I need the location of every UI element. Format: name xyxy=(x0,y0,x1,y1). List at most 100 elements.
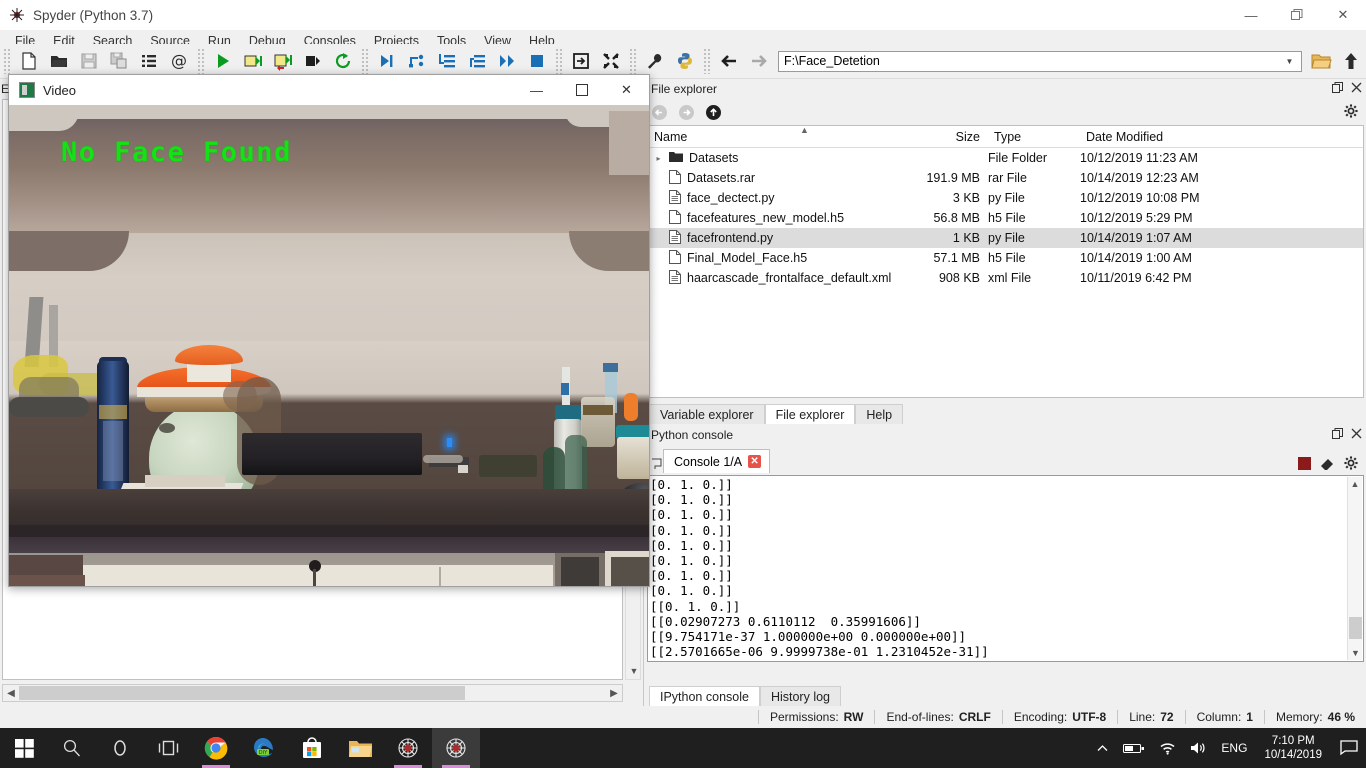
debug-icon[interactable] xyxy=(372,46,402,76)
spyder-taskbar-button[interactable] xyxy=(384,728,432,768)
preferences-icon[interactable] xyxy=(640,46,670,76)
scroll-right-icon[interactable]: ▶ xyxy=(606,688,622,699)
minimize-button[interactable]: — xyxy=(1228,0,1274,30)
video-minimize-button[interactable]: — xyxy=(514,75,559,105)
undock-icon[interactable] xyxy=(1332,82,1343,96)
column-header-name[interactable]: Name ▲ xyxy=(648,125,888,144)
tab-help[interactable]: Help xyxy=(855,404,904,424)
back-arrow-icon[interactable] xyxy=(714,46,744,76)
file-list[interactable]: Name ▲ Size Type Date Modified ▸ Dataset… xyxy=(647,125,1364,398)
expander-icon[interactable]: ▸ xyxy=(654,154,663,163)
console-tab[interactable]: Console 1/A ✕ xyxy=(663,449,771,473)
toolbar-grip-3[interactable] xyxy=(361,48,369,74)
show-hidden-icons-icon[interactable] xyxy=(1089,728,1116,768)
scroll-up-icon[interactable]: ▲ xyxy=(1348,477,1362,491)
editor-horizontal-scrollbar[interactable]: ◀ ▶ xyxy=(2,684,623,702)
hscroll-thumb[interactable] xyxy=(19,686,466,700)
clock[interactable]: 7:10 PM 10/14/2019 xyxy=(1254,728,1332,768)
scroll-left-icon[interactable]: ◀ xyxy=(3,688,19,699)
toolbar-grip-5[interactable] xyxy=(629,48,637,74)
toolbar-grip-4[interactable] xyxy=(555,48,563,74)
step-over-icon[interactable] xyxy=(402,46,432,76)
working-directory-input[interactable]: F:\Face_Detetion ▼ xyxy=(778,50,1302,72)
hscroll-track[interactable] xyxy=(19,686,606,700)
column-header-type[interactable]: Type xyxy=(988,130,1080,144)
scroll-down-icon[interactable]: ▼ xyxy=(626,663,642,679)
run-cell-icon[interactable] xyxy=(238,46,268,76)
undock-icon[interactable] xyxy=(1332,428,1343,442)
video-window[interactable]: Video — ✕ No Face Found xyxy=(8,74,650,587)
save-all-icon[interactable] xyxy=(104,46,134,76)
restore-button[interactable] xyxy=(1274,0,1320,30)
tab-variable-explorer[interactable]: Variable explorer xyxy=(649,404,765,424)
run-cell-advance-icon[interactable] xyxy=(268,46,298,76)
maximize-pane-icon[interactable] xyxy=(566,46,596,76)
cortana-button[interactable] xyxy=(96,728,144,768)
table-row[interactable]: haarcascade_frontalface_default.xml 908 … xyxy=(648,268,1363,288)
column-header-date[interactable]: Date Modified xyxy=(1080,130,1363,144)
file-explorer-taskbar-button[interactable] xyxy=(336,728,384,768)
at-icon[interactable]: @ xyxy=(164,46,194,76)
toolbar-grip[interactable] xyxy=(3,48,11,74)
open-file-icon[interactable] xyxy=(44,46,74,76)
nav-forward-icon[interactable] xyxy=(678,104,695,121)
close-icon[interactable] xyxy=(1351,82,1362,96)
fullscreen-icon[interactable] xyxy=(596,46,626,76)
table-row[interactable]: facefrontend.py 1 KB py File 10/14/2019 … xyxy=(648,228,1363,248)
speaker-icon[interactable] xyxy=(1183,728,1214,768)
close-button[interactable]: ✕ xyxy=(1320,0,1366,30)
edge-button[interactable]: DIY xyxy=(240,728,288,768)
action-center-icon[interactable] xyxy=(1332,728,1366,768)
table-row[interactable]: ▸ Datasets File Folder 10/12/2019 11:23 … xyxy=(648,148,1363,168)
chrome-button[interactable] xyxy=(192,728,240,768)
step-into-icon[interactable] xyxy=(432,46,462,76)
run-selection-icon[interactable] xyxy=(298,46,328,76)
search-button[interactable] xyxy=(48,728,96,768)
stop-icon[interactable] xyxy=(522,46,552,76)
toolbar-grip-2[interactable] xyxy=(197,48,205,74)
tab-ipython-console[interactable]: IPython console xyxy=(649,686,760,706)
run-icon[interactable] xyxy=(208,46,238,76)
console-scroll-thumb[interactable] xyxy=(1349,617,1362,639)
list-icon[interactable] xyxy=(134,46,164,76)
step-return-icon[interactable] xyxy=(462,46,492,76)
folder-open-icon[interactable] xyxy=(1306,46,1336,76)
console-clear-icon[interactable] xyxy=(1320,457,1335,473)
close-icon[interactable] xyxy=(1351,428,1362,442)
language-indicator[interactable]: ENG xyxy=(1214,728,1254,768)
new-file-icon[interactable] xyxy=(14,46,44,76)
forward-arrow-icon[interactable] xyxy=(744,46,774,76)
chevron-down-icon[interactable]: ▼ xyxy=(1281,52,1298,71)
table-row[interactable]: Datasets.rar 191.9 MB rar File 10/14/201… xyxy=(648,168,1363,188)
nav-parent-icon[interactable] xyxy=(705,104,722,121)
task-view-button[interactable] xyxy=(144,728,192,768)
column-header-size[interactable]: Size xyxy=(888,130,988,144)
rerun-icon[interactable] xyxy=(328,46,358,76)
table-row[interactable]: facefeatures_new_model.h5 56.8 MB h5 Fil… xyxy=(648,208,1363,228)
scroll-down-icon[interactable]: ▼ xyxy=(1348,646,1363,660)
wifi-icon[interactable] xyxy=(1152,728,1183,768)
video-close-button[interactable]: ✕ xyxy=(604,75,649,105)
python-path-icon[interactable] xyxy=(670,46,700,76)
console-options-gear-icon[interactable] xyxy=(1344,456,1358,473)
video-maximize-button[interactable] xyxy=(559,75,604,105)
toolbar-grip-6[interactable] xyxy=(703,48,711,74)
video-window-titlebar[interactable]: Video — ✕ xyxy=(9,75,649,105)
tab-history-log[interactable]: History log xyxy=(759,686,841,706)
parent-dir-icon[interactable] xyxy=(1336,46,1366,76)
console-output-area[interactable]: [0. 1. 0.]] [0. 1. 0.]] [0. 1. 0.]] [0. … xyxy=(647,475,1364,662)
battery-icon[interactable] xyxy=(1116,728,1152,768)
nav-back-icon[interactable] xyxy=(651,104,668,121)
console-stop-icon[interactable] xyxy=(1298,456,1311,473)
console-dock-icon[interactable] xyxy=(649,458,663,473)
table-row[interactable]: face_dectect.py 3 KB py File 10/12/2019 … xyxy=(648,188,1363,208)
table-row[interactable]: Final_Model_Face.h5 57.1 MB h5 File 10/1… xyxy=(648,248,1363,268)
start-button[interactable] xyxy=(0,728,48,768)
microsoft-store-button[interactable] xyxy=(288,728,336,768)
console-tab-close-icon[interactable]: ✕ xyxy=(748,455,762,468)
save-file-icon[interactable] xyxy=(74,46,104,76)
tab-file-explorer[interactable]: File explorer xyxy=(764,404,856,424)
console-vertical-scrollbar[interactable]: ▲ ▼ xyxy=(1347,477,1362,660)
spyder-active-taskbar-button[interactable] xyxy=(432,728,480,768)
file-explorer-options-icon[interactable] xyxy=(1344,103,1366,121)
